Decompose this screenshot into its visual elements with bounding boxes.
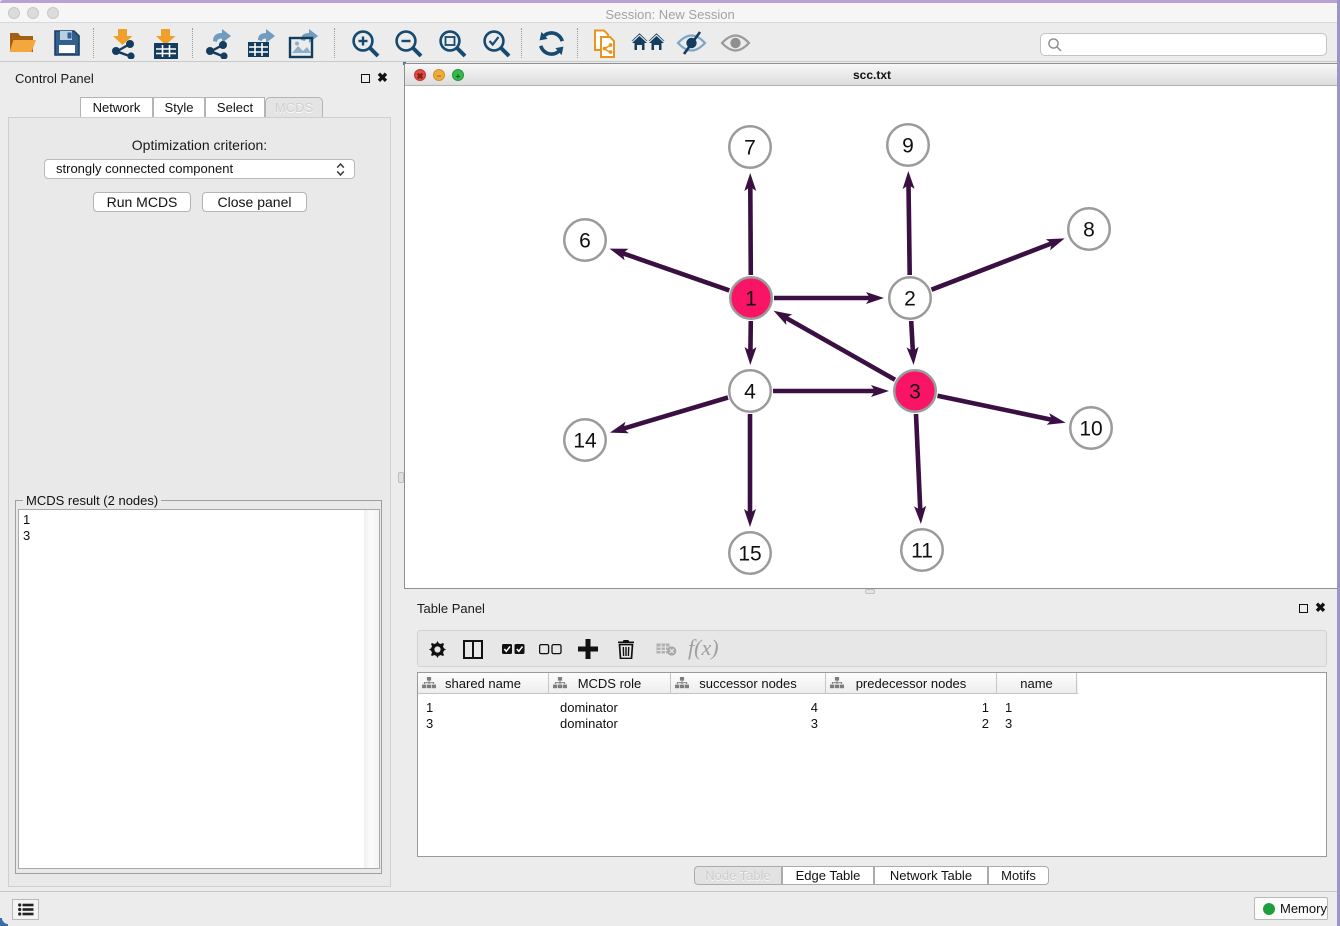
svg-text:2: 2 [904, 288, 916, 311]
svg-text:4: 4 [744, 381, 756, 404]
svg-text:10: 10 [1079, 418, 1102, 441]
svg-text:14: 14 [573, 430, 597, 453]
svg-text:6: 6 [579, 230, 591, 253]
svg-text:1: 1 [745, 288, 757, 311]
svg-text:3: 3 [909, 381, 921, 404]
svg-text:8: 8 [1083, 219, 1095, 242]
svg-text:15: 15 [738, 543, 761, 566]
svg-text:11: 11 [911, 540, 933, 563]
svg-text:9: 9 [902, 135, 914, 158]
svg-text:7: 7 [744, 137, 756, 160]
